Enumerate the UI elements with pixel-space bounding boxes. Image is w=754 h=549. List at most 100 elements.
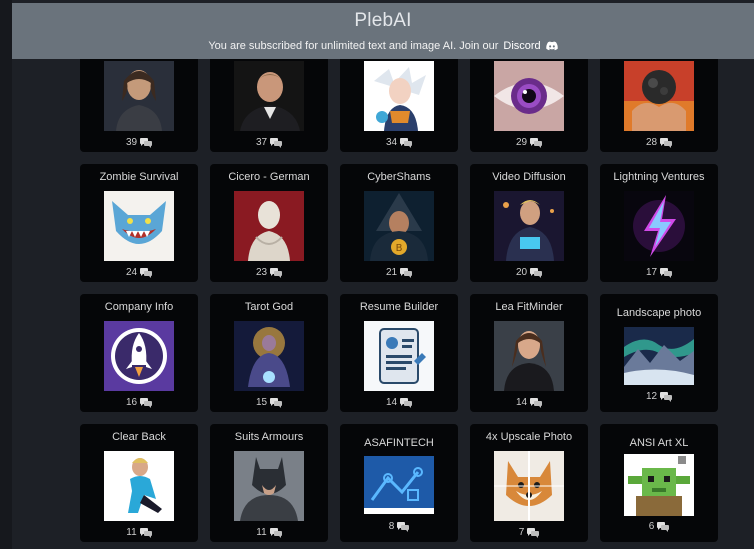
left-edge-strip <box>0 0 12 549</box>
chat-count-value: 39 <box>125 137 138 148</box>
chat-count: 6 <box>600 521 718 532</box>
chat-count: 21 <box>340 267 458 278</box>
bot-card[interactable]: Zombie Survival 24 <box>80 164 198 282</box>
roman-bust-icon <box>234 191 304 261</box>
bot-card[interactable]: CyberShams B 21 <box>340 164 458 282</box>
chat-bubbles-icon <box>400 397 413 408</box>
chat-count: 17 <box>600 267 718 278</box>
bot-name: Lea FitMinder <box>495 301 563 313</box>
bot-name: Resume Builder <box>359 301 439 313</box>
purple-eye-icon <box>494 61 564 131</box>
chat-count-value: 34 <box>385 137 398 148</box>
chat-bubbles-icon <box>400 267 413 278</box>
discord-icon[interactable] <box>545 41 558 51</box>
shiba-dog-icon <box>494 451 564 521</box>
chat-count: 23 <box>210 267 328 278</box>
anime-warrior-icon <box>364 61 434 131</box>
bot-card[interactable]: Video Diffusion 20 <box>470 164 588 282</box>
app-frame: PlebAI You are subscribed for unlimited … <box>0 0 754 549</box>
chat-count: 29 <box>470 137 588 148</box>
chat-count-value: 12 <box>645 391 658 402</box>
bot-name: Cicero - German <box>228 171 310 183</box>
rocket-logo-icon <box>104 321 174 391</box>
chat-count: 14 <box>470 397 588 408</box>
chat-count: 12 <box>600 391 718 402</box>
bot-name: Video Diffusion <box>492 171 566 183</box>
chat-count-value: 23 <box>255 267 268 278</box>
chat-bubbles-icon <box>530 137 543 148</box>
chat-bubbles-icon <box>660 267 673 278</box>
chat-bubbles-icon <box>270 397 283 408</box>
bot-name: CyberShams <box>367 171 431 183</box>
bot-card[interactable]: Company Info 16 <box>80 294 198 412</box>
bot-card[interactable]: Clear Back 11 <box>80 424 198 542</box>
subscription-banner: You are subscribed for unlimited text an… <box>12 40 754 52</box>
chat-bubbles-icon <box>527 527 540 538</box>
chat-count: 20 <box>470 267 588 278</box>
zombie-creature-icon <box>104 191 174 261</box>
chat-count-value: 15 <box>255 397 268 408</box>
chat-count-value: 17 <box>645 267 658 278</box>
chat-count-value: 7 <box>518 527 525 538</box>
bot-card[interactable]: Landscape photo 12 <box>600 294 718 412</box>
chat-count: 15 <box>210 397 328 408</box>
chat-count-value: 14 <box>385 397 398 408</box>
chat-bubbles-icon <box>660 391 673 402</box>
bot-card[interactable]: ASAFINTECH 8 <box>340 424 458 542</box>
chat-count: 16 <box>80 397 198 408</box>
aurora-landscape-icon <box>624 327 694 385</box>
bot-card[interactable]: 4x Upscale Photo 7 <box>470 424 588 542</box>
chat-count: 11 <box>210 527 328 538</box>
chat-count-value: 11 <box>256 527 267 538</box>
chat-count: 11 <box>80 527 198 538</box>
batman-icon <box>234 451 304 521</box>
bot-name: Company Info <box>104 301 174 313</box>
bot-card[interactable]: Resume Builder 14 <box>340 294 458 412</box>
app-header: PlebAI You are subscribed for unlimited … <box>12 3 754 59</box>
chat-bubbles-icon <box>270 267 283 278</box>
chat-bubbles-icon <box>140 397 153 408</box>
bot-card[interactable]: Lightning Ventures 17 <box>600 164 718 282</box>
chat-bubbles-icon <box>269 527 282 538</box>
discord-link[interactable]: Discord <box>503 40 540 52</box>
chat-count: 34 <box>340 137 458 148</box>
bot-name: Zombie Survival <box>99 171 179 183</box>
glowing-man-icon <box>494 191 564 261</box>
bot-name: Tarot God <box>244 301 294 313</box>
chat-count-value: 21 <box>385 267 398 278</box>
woman-portrait-icon <box>104 61 174 131</box>
chat-bubbles-icon <box>400 137 413 148</box>
app-title: PlebAI <box>354 10 412 31</box>
chat-count: 24 <box>80 267 198 278</box>
svg-text:B: B <box>396 243 403 254</box>
chat-count: 14 <box>340 397 458 408</box>
subscription-text: You are subscribed for unlimited text an… <box>208 40 499 52</box>
bot-name: ASAFINTECH <box>364 437 434 449</box>
bot-card[interactable]: Lea FitMinder 14 <box>470 294 588 412</box>
fintech-logo-icon <box>364 456 434 514</box>
resume-document-icon <box>364 321 434 391</box>
chat-count-value: 37 <box>255 137 268 148</box>
chat-bubbles-icon <box>660 137 673 148</box>
tarot-figure-icon <box>234 321 304 391</box>
man-portrait-icon <box>234 61 304 131</box>
bot-card[interactable]: Suits Armours 11 <box>210 424 328 542</box>
chat-count: 8 <box>340 521 458 532</box>
bot-card[interactable]: Cicero - German 23 <box>210 164 328 282</box>
bot-name: Landscape photo <box>616 307 702 319</box>
chat-bubbles-icon <box>140 137 153 148</box>
chat-count-value: 6 <box>648 521 655 532</box>
chat-count-value: 16 <box>125 397 138 408</box>
bot-card[interactable]: Tarot God 15 <box>210 294 328 412</box>
chat-bubbles-icon <box>397 521 410 532</box>
chat-bubbles-icon <box>270 137 283 148</box>
bot-name: Clear Back <box>112 431 166 443</box>
bot-card[interactable]: ANSI Art XL 6 <box>600 424 718 542</box>
chat-count-value: 8 <box>388 521 395 532</box>
chat-bubbles-icon <box>530 267 543 278</box>
chat-count: 37 <box>210 137 328 148</box>
chat-count: 7 <box>470 527 588 538</box>
chat-count-value: 29 <box>515 137 528 148</box>
chat-count: 28 <box>600 137 718 148</box>
chat-bubbles-icon <box>140 267 153 278</box>
